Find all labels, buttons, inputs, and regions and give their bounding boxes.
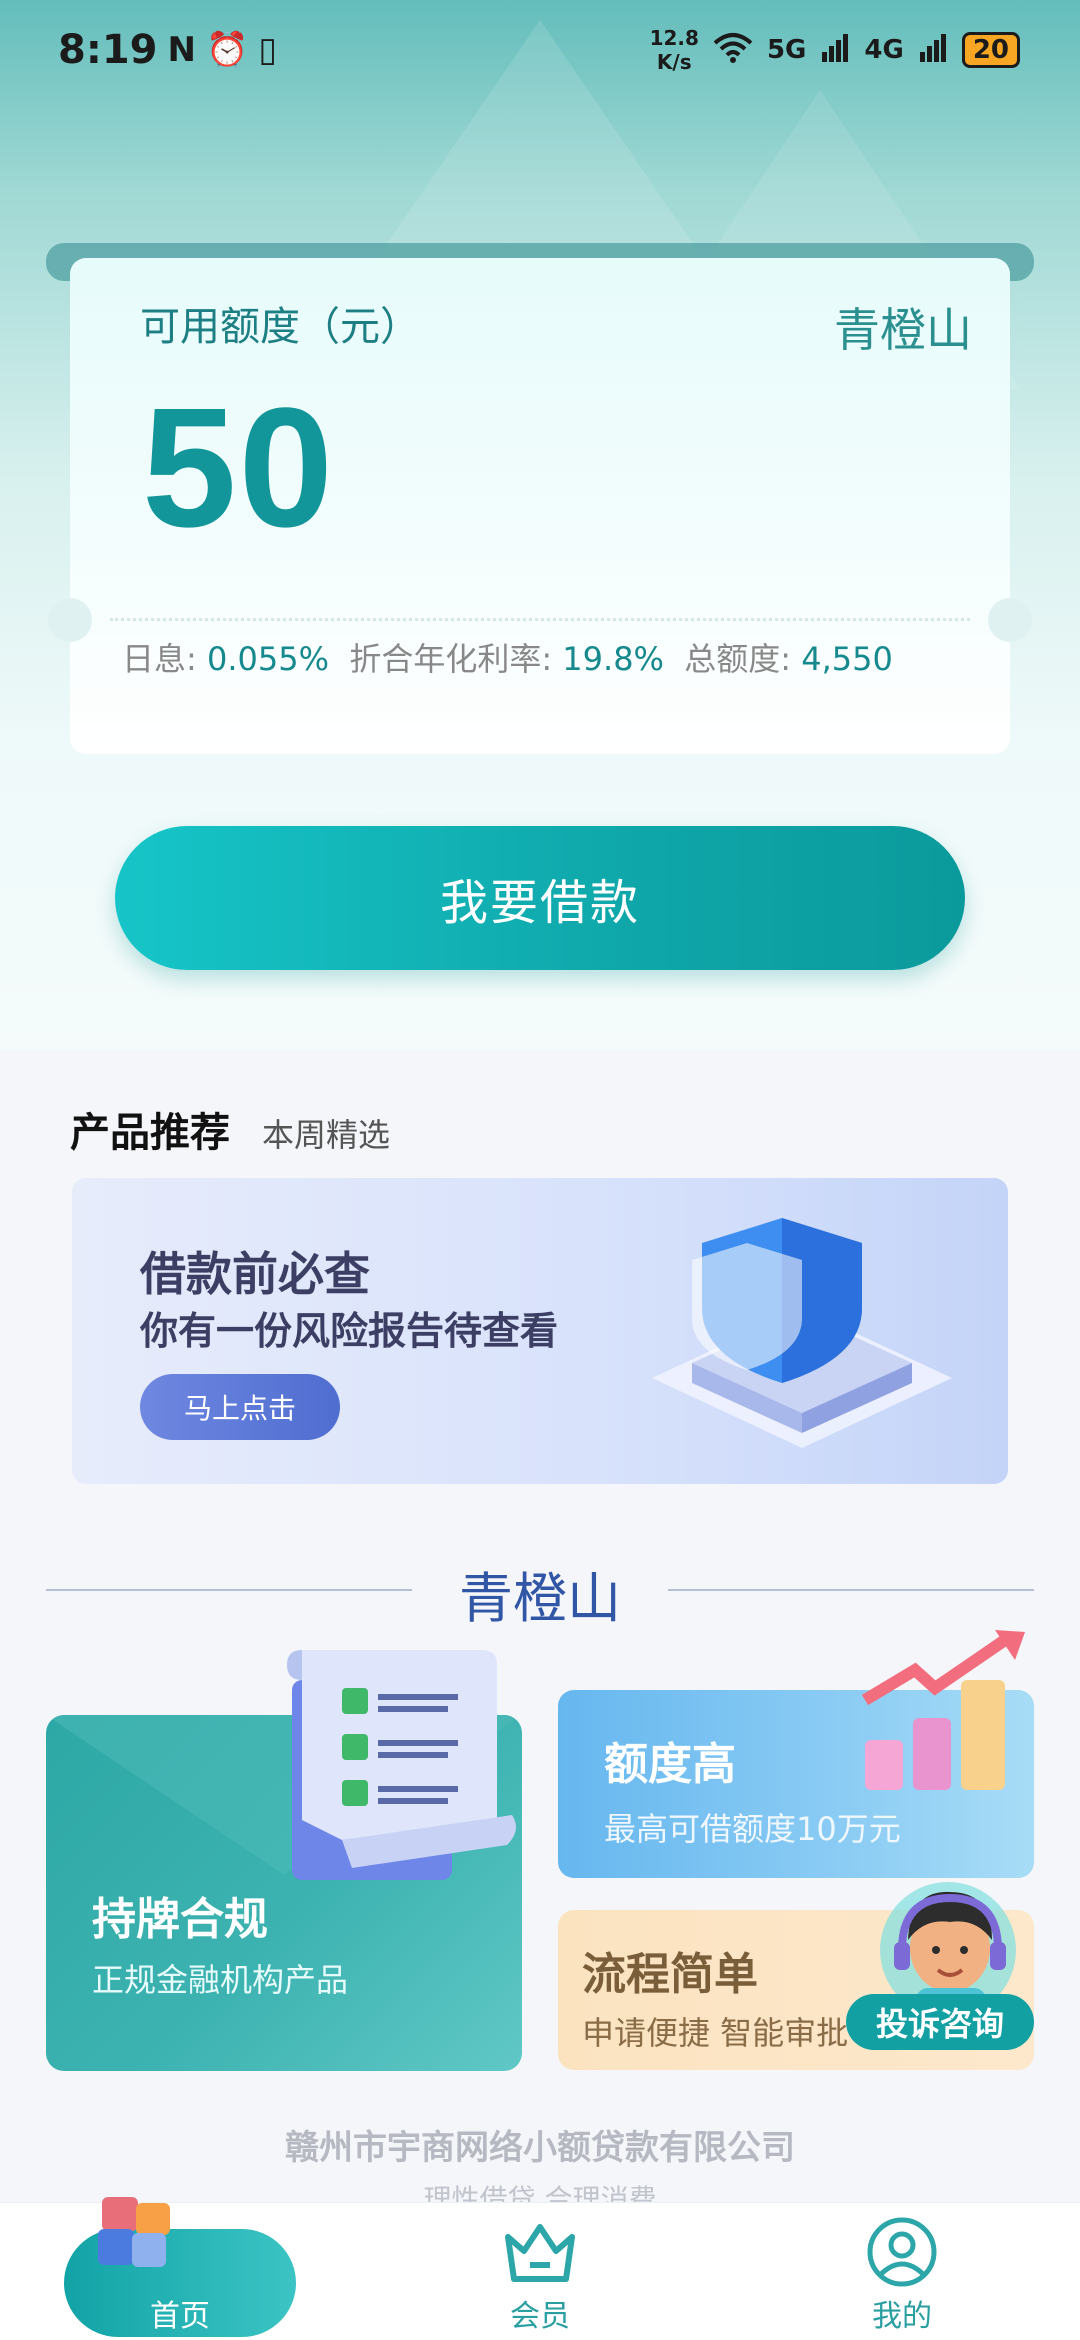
home-cube-icon xyxy=(98,2197,170,2267)
battery-icon: 20 xyxy=(961,32,1020,68)
banner-subtitle: 你有一份风险报告待查看 xyxy=(140,1308,559,1353)
feature-process-subtitle: 申请便捷 智能审批 xyxy=(582,2014,849,2052)
feature-process-title: 流程简单 xyxy=(582,1949,758,2000)
company-name: 赣州市宇商网络小额贷款有限公司 xyxy=(285,2128,795,2168)
card-notch xyxy=(988,598,1032,642)
rate-info: 日息: 0.055% 折合年化利率: 19.8% 总额度: 4,550 xyxy=(122,634,990,680)
feature-licensed-subtitle: 正规金融机构产品 xyxy=(92,1961,349,1999)
feature-quota-subtitle: 最高可借额度10万元 xyxy=(604,1810,901,1848)
nav-item-home[interactable]: 首页 xyxy=(64,2197,296,2337)
signal-bars-icon xyxy=(918,32,948,69)
annual-rate-label: 折合年化利率: xyxy=(349,640,553,678)
feature-quota-title: 额度高 xyxy=(604,1739,736,1790)
crown-icon[interactable] xyxy=(500,2217,580,2287)
status-left: 8:19 N ⏰ ▯ xyxy=(58,27,277,73)
banner-title: 借款前必查 xyxy=(140,1247,370,1301)
bottom-nav: 首页 会员 我的 xyxy=(0,2197,1080,2340)
available-credit-label: 可用额度（元） xyxy=(140,304,420,350)
shield-icon xyxy=(652,1218,952,1448)
signal-5g-label: 5G xyxy=(766,35,807,65)
signal-bars-icon xyxy=(820,32,850,69)
available-credit-amount: 50 xyxy=(142,373,336,563)
card-notch xyxy=(48,598,92,642)
banner-click-button[interactable]: 马上点击 xyxy=(140,1374,340,1440)
borrow-button[interactable]: 我要借款 xyxy=(115,826,965,970)
brand-name: 青橙山 xyxy=(834,303,972,357)
nav-member-label[interactable]: 会员 xyxy=(460,2291,620,2335)
total-credit-value: 4,550 xyxy=(801,640,893,678)
risk-report-banner[interactable]: 借款前必查 你有一份风险报告待查看 马上点击 xyxy=(72,1178,1008,1484)
status-right: 12.8 K/s 5G 4G 20 xyxy=(650,26,1020,74)
recommend-subtitle: 本周精选 xyxy=(262,1116,391,1154)
net-speed-value: 12.8 xyxy=(649,26,699,50)
alarm-icon: ⏰ xyxy=(205,30,249,70)
nav-mine-label[interactable]: 我的 xyxy=(822,2291,982,2335)
vibrate-icon: ▯ xyxy=(258,30,278,70)
wifi-icon xyxy=(713,31,753,70)
daily-rate-value: 0.055% xyxy=(206,640,329,678)
status-bar: 8:19 N ⏰ ▯ 12.8 K/s 5G 4G 20 xyxy=(0,0,1080,100)
total-credit-label: 总额度: xyxy=(684,640,792,678)
daily-rate-label: 日息: xyxy=(122,640,197,678)
section-title: 青橙山 xyxy=(459,1567,621,1630)
complaint-support-button[interactable]: 投诉咨询 xyxy=(846,1994,1034,2050)
credit-card: 可用额度（元） 青橙山 50 日息: 0.055% 折合年化利率: 19.8% … xyxy=(48,258,1032,754)
card-divider xyxy=(110,618,970,621)
nfc-icon: N xyxy=(167,30,196,70)
net-speed: 12.8 K/s xyxy=(650,26,699,74)
status-time: 8:19 xyxy=(58,27,158,73)
annual-rate-value: 19.8% xyxy=(562,640,664,678)
recommend-title: 产品推荐 xyxy=(70,1110,230,1156)
bar-chart-icon xyxy=(861,1630,1025,1790)
signal-4g-label: 4G xyxy=(864,35,904,65)
user-profile-icon[interactable] xyxy=(862,2217,942,2287)
net-speed-unit: K/s xyxy=(656,50,692,74)
checklist-icon xyxy=(287,1650,516,1880)
feature-licensed-title: 持牌合规 xyxy=(92,1894,268,1945)
nav-home-label: 首页 xyxy=(150,2299,210,2334)
